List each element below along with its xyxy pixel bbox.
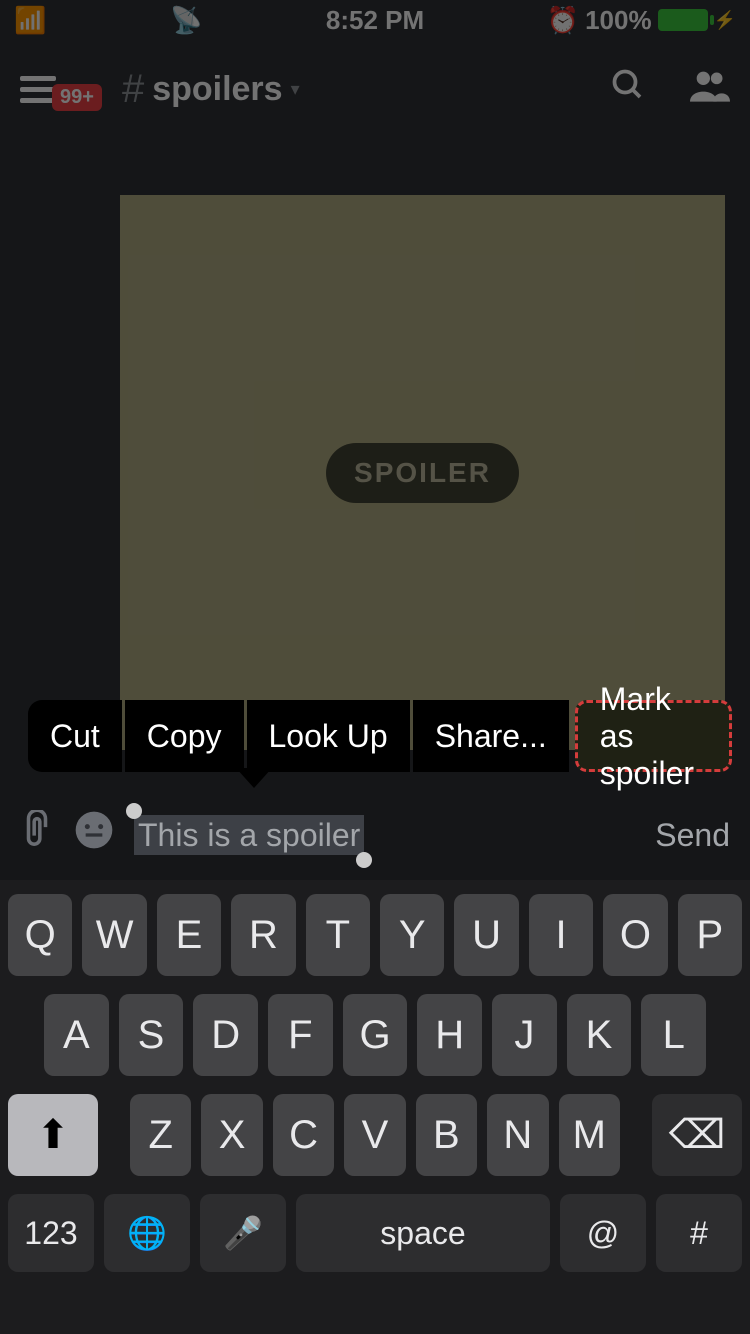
key-c[interactable]: C bbox=[273, 1094, 334, 1176]
key-numbers[interactable]: 123 bbox=[8, 1194, 94, 1272]
key-y[interactable]: Y bbox=[380, 894, 444, 976]
menu-icon[interactable] bbox=[20, 76, 56, 103]
key-b[interactable]: B bbox=[416, 1094, 477, 1176]
status-time: 8:52 PM bbox=[326, 5, 424, 36]
key-x[interactable]: X bbox=[201, 1094, 262, 1176]
send-button[interactable]: Send bbox=[655, 817, 730, 854]
key-d[interactable]: D bbox=[193, 994, 258, 1076]
channel-name: spoilers bbox=[152, 70, 282, 109]
key-a[interactable]: A bbox=[44, 994, 109, 1076]
key-v[interactable]: V bbox=[344, 1094, 405, 1176]
key-at[interactable]: @ bbox=[560, 1194, 646, 1272]
key-p[interactable]: P bbox=[678, 894, 742, 976]
key-q[interactable]: Q bbox=[8, 894, 72, 976]
key-backspace[interactable]: ⌫ bbox=[652, 1094, 742, 1176]
key-g[interactable]: G bbox=[343, 994, 408, 1076]
message-input[interactable]: This is a spoiler bbox=[134, 817, 364, 854]
members-icon[interactable] bbox=[690, 67, 730, 112]
ctx-copy[interactable]: Copy bbox=[125, 700, 244, 772]
key-space[interactable]: space bbox=[296, 1194, 550, 1272]
wifi-icon: 📡 bbox=[170, 5, 202, 36]
ctx-mark-spoiler[interactable]: Mark as spoiler bbox=[575, 700, 732, 772]
key-f[interactable]: F bbox=[268, 994, 333, 1076]
key-z[interactable]: Z bbox=[130, 1094, 191, 1176]
key-l[interactable]: L bbox=[641, 994, 706, 1076]
channel-selector[interactable]: # spoilers ▾ bbox=[122, 67, 300, 112]
compose-row: This is a spoiler Send bbox=[0, 795, 750, 875]
selection-handle-end[interactable] bbox=[356, 852, 372, 868]
key-r[interactable]: R bbox=[231, 894, 295, 976]
key-hash[interactable]: # bbox=[656, 1194, 742, 1272]
selection-handle-start[interactable] bbox=[126, 803, 142, 819]
key-mic[interactable]: 🎤 bbox=[200, 1194, 286, 1272]
attachment-preview[interactable]: SPOILER bbox=[120, 195, 725, 750]
alarm-icon: ⏰ bbox=[547, 5, 579, 36]
key-m[interactable]: M bbox=[559, 1094, 620, 1176]
battery-icon bbox=[658, 9, 708, 31]
keyboard: QWERTYUIOP ASDFGHJKL ⬆ ZXCVBNM ⌫ 123 🌐 🎤… bbox=[0, 880, 750, 1334]
key-shift[interactable]: ⬆ bbox=[8, 1094, 98, 1176]
key-j[interactable]: J bbox=[492, 994, 557, 1076]
key-i[interactable]: I bbox=[529, 894, 593, 976]
app-header: 99+ # spoilers ▾ bbox=[0, 50, 750, 128]
battery-percent: 100% bbox=[585, 5, 652, 36]
ctx-arrow-icon bbox=[236, 768, 272, 788]
attachment-icon[interactable] bbox=[20, 810, 54, 860]
ctx-share[interactable]: Share... bbox=[413, 700, 569, 772]
key-w[interactable]: W bbox=[82, 894, 146, 976]
chevron-down-icon: ▾ bbox=[291, 79, 300, 100]
key-n[interactable]: N bbox=[487, 1094, 548, 1176]
key-s[interactable]: S bbox=[119, 994, 184, 1076]
ctx-cut[interactable]: Cut bbox=[28, 700, 122, 772]
key-globe[interactable]: 🌐 bbox=[104, 1194, 190, 1272]
status-bar: 📶 📡 8:52 PM ⏰ 100% ⚡ bbox=[0, 0, 750, 40]
key-k[interactable]: K bbox=[567, 994, 632, 1076]
key-o[interactable]: O bbox=[603, 894, 667, 976]
key-u[interactable]: U bbox=[454, 894, 518, 976]
cellular-icon: 📶 bbox=[14, 5, 46, 36]
ctx-lookup[interactable]: Look Up bbox=[247, 700, 410, 772]
key-h[interactable]: H bbox=[417, 994, 482, 1076]
search-icon[interactable] bbox=[610, 67, 646, 112]
emoji-icon[interactable] bbox=[74, 810, 114, 860]
spoiler-badge: SPOILER bbox=[326, 443, 519, 503]
charging-icon: ⚡ bbox=[714, 10, 736, 31]
text-context-menu: Cut Copy Look Up Share... Mark as spoile… bbox=[28, 700, 732, 772]
hash-icon: # bbox=[122, 67, 144, 112]
key-e[interactable]: E bbox=[157, 894, 221, 976]
key-t[interactable]: T bbox=[306, 894, 370, 976]
unread-badge: 99+ bbox=[52, 84, 102, 111]
